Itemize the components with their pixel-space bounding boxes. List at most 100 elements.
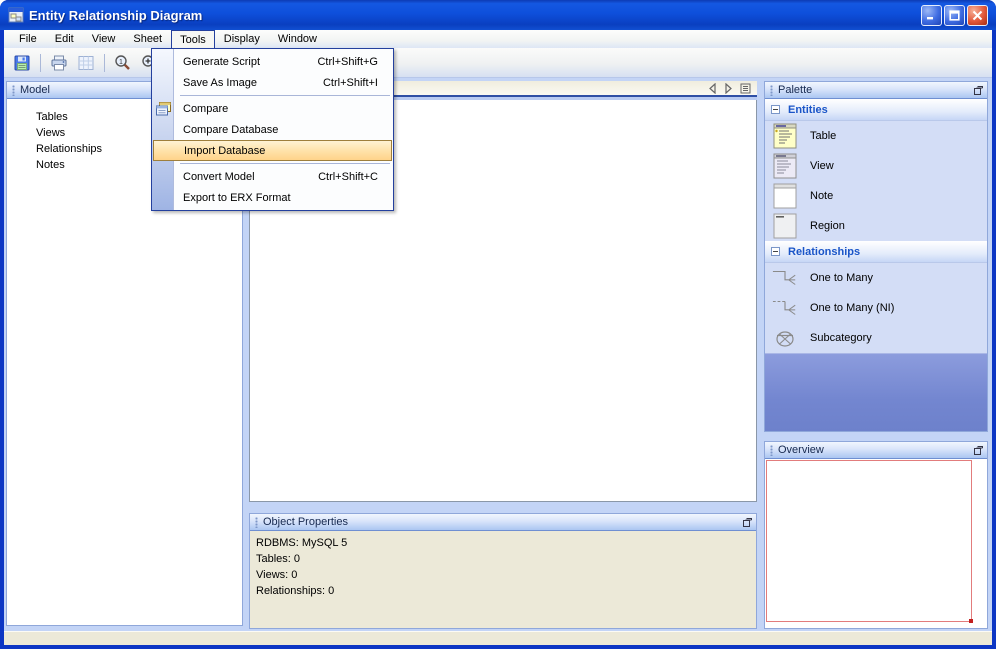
shortcut-label: Ctrl+Shift+I (322, 76, 378, 89)
menu-bar: File Edit View Sheet Tools Display Windo… (4, 30, 992, 48)
save-button[interactable] (10, 51, 34, 75)
menu-display[interactable]: Display (215, 30, 269, 48)
menu-item-convert-model[interactable]: Convert Model Ctrl+Shift+C (153, 166, 392, 187)
palette-item-one-to-many[interactable]: One to Many (765, 263, 987, 293)
svg-text:1: 1 (119, 59, 123, 66)
palette-item-one-to-many-ni[interactable]: One to Many (NI) (765, 293, 987, 323)
subcategory-icon (772, 328, 798, 348)
menu-item-save-as-image[interactable]: Save As Image Ctrl+Shift+I (153, 72, 392, 93)
one-to-many-icon (772, 267, 798, 289)
maximize-icon (949, 9, 960, 21)
chevron-left-icon (709, 82, 716, 94)
overview-title: Overview (778, 444, 824, 456)
palette-item-label: One to Many (NI) (810, 302, 895, 314)
drag-grip[interactable] (770, 444, 773, 456)
shortcut-label: Ctrl+Shift+G (317, 55, 378, 68)
overview-viewport-rect[interactable] (766, 460, 973, 623)
palette-item-label: View (810, 160, 834, 172)
float-panel-button[interactable] (741, 516, 753, 528)
menu-sheet[interactable]: Sheet (124, 30, 171, 48)
print-button[interactable] (47, 51, 71, 75)
toolbar-separator (40, 53, 41, 72)
shortcut-label: Ctrl+Shift+C (318, 170, 378, 183)
tools-dropdown-menu: Generate Script Ctrl+Shift+G Save As Ima… (151, 48, 394, 211)
close-icon (972, 10, 983, 20)
palette-empty-area (765, 353, 987, 431)
object-properties-body: RDBMS: MySQL 5 Tables: 0 Views: 0 Relati… (250, 531, 756, 628)
float-icon (973, 445, 983, 455)
prop-tables: Tables: 0 (256, 553, 301, 565)
menu-item-import-database[interactable]: Import Database (153, 140, 392, 161)
list-icon (740, 83, 751, 93)
note-entity-icon (772, 183, 798, 209)
window-title: Entity Relationship Diagram (29, 7, 203, 23)
close-button[interactable] (967, 4, 988, 26)
palette-item-table[interactable]: Table (765, 121, 987, 151)
object-properties-header: Object Properties (250, 514, 756, 531)
collapse-icon[interactable] (771, 105, 780, 114)
app-window: Entity Relationship Diagram File Edit Vi… (0, 0, 996, 649)
status-bar (4, 631, 992, 645)
float-icon (742, 517, 752, 527)
relationships-section-title: Relationships (788, 245, 861, 258)
menu-item-export-to-erx[interactable]: Export to ERX Format (153, 187, 392, 208)
menu-window[interactable]: Window (269, 30, 326, 48)
float-icon (973, 85, 983, 95)
region-entity-icon (772, 213, 798, 239)
compare-icon (155, 101, 172, 121)
grid-icon (78, 55, 94, 70)
chevron-right-icon (725, 82, 732, 94)
menu-view[interactable]: View (83, 30, 125, 48)
menu-item-compare-database[interactable]: Compare Database (153, 119, 392, 140)
menu-edit[interactable]: Edit (46, 30, 83, 48)
menu-file[interactable]: File (10, 30, 46, 48)
minimize-icon (927, 16, 933, 19)
palette-item-region[interactable]: Region (765, 211, 987, 241)
prop-relationships: Relationships: 0 (256, 585, 335, 597)
title-bar: Entity Relationship Diagram (0, 0, 996, 30)
drag-grip[interactable] (255, 516, 258, 528)
app-icon (8, 7, 24, 23)
overview-header: Overview (765, 442, 987, 459)
menu-item-compare[interactable]: Compare (153, 98, 392, 119)
relationships-section-header[interactable]: Relationships (765, 241, 987, 263)
drag-grip[interactable] (12, 84, 15, 96)
palette-body: Entities Table View Note Region Relation… (765, 99, 987, 431)
drag-grip[interactable] (770, 84, 773, 96)
object-properties-title: Object Properties (263, 516, 348, 528)
entities-section-title: Entities (788, 103, 828, 116)
palette-item-label: Region (810, 220, 845, 232)
float-panel-button[interactable] (972, 444, 984, 456)
minimize-button[interactable] (921, 4, 942, 26)
float-panel-button[interactable] (972, 84, 984, 96)
zoom-actual-icon: 1 (115, 54, 130, 70)
palette-item-subcategory[interactable]: Subcategory (765, 323, 987, 353)
menu-item-generate-script[interactable]: Generate Script Ctrl+Shift+G (153, 51, 392, 72)
palette-item-label: Table (810, 130, 837, 142)
view-entity-icon (772, 153, 798, 179)
palette-item-label: One to Many (810, 272, 873, 284)
zoom-actual-button[interactable]: 1 (111, 51, 135, 75)
menu-tools[interactable]: Tools (171, 30, 215, 48)
palette-title: Palette (778, 84, 813, 96)
sheet-next-button[interactable] (724, 82, 733, 94)
overview-panel: Overview (764, 441, 988, 629)
prop-rdbms: RDBMS: MySQL 5 (256, 537, 348, 549)
palette-panel: Palette Entities Table View Note Region … (764, 81, 988, 432)
sheet-prev-button[interactable] (708, 82, 717, 94)
table-entity-icon (772, 123, 798, 149)
object-properties-panel: Object Properties RDBMS: MySQL 5 Tables:… (249, 513, 757, 629)
sheet-list-button[interactable] (740, 83, 751, 94)
grid-button[interactable] (74, 51, 98, 75)
palette-header: Palette (765, 82, 987, 99)
one-to-many-ni-icon (772, 297, 798, 319)
palette-item-view[interactable]: View (765, 151, 987, 181)
overview-body (765, 459, 987, 628)
prop-views: Views: 0 (256, 569, 298, 581)
viewport-resize-handle[interactable] (969, 619, 973, 623)
print-icon (51, 55, 67, 70)
maximize-button[interactable] (944, 4, 965, 26)
entities-section-header[interactable]: Entities (765, 99, 987, 121)
collapse-icon[interactable] (771, 247, 780, 256)
palette-item-note[interactable]: Note (765, 181, 987, 211)
